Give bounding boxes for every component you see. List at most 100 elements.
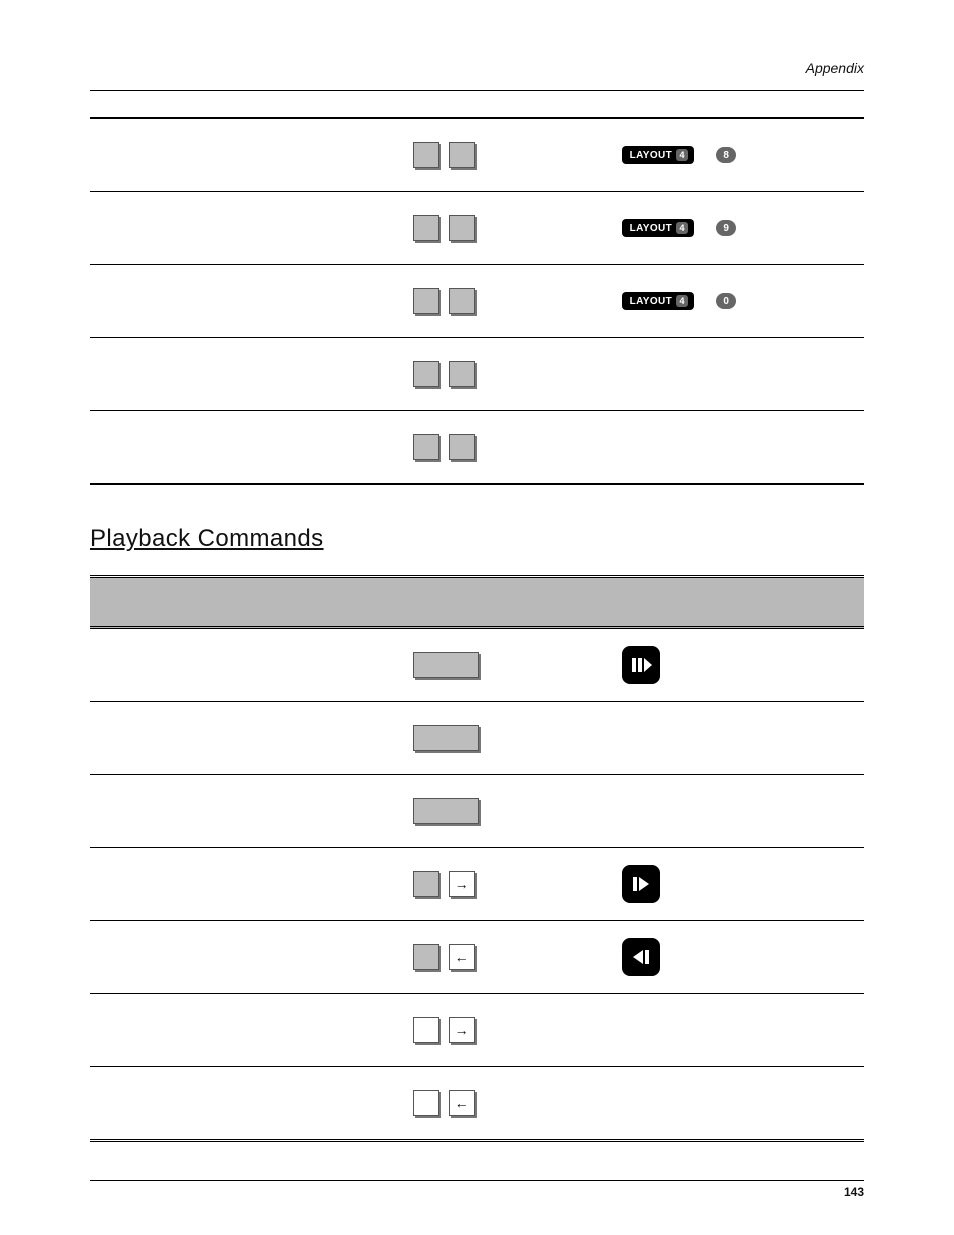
play-pause-icon [622,646,660,684]
remote-number-badge-icon: 8 [716,147,736,163]
document-page: Appendix LAYOUT48LAYOUT49LAYOUT40 Playba… [0,0,954,1235]
keycap-icon: ← [449,944,475,970]
keycap-icon: → [449,1017,475,1043]
command-name-cell [90,702,400,775]
table-row [90,702,864,775]
playback-commands-table: → ← → ← [90,575,864,1142]
remote-shortcut-cell [609,702,864,775]
table-header-cell [400,577,609,628]
running-header: Appendix [90,60,864,80]
layout-badge-icon: LAYOUT4 [622,292,695,310]
key-combo: → [401,1017,608,1043]
remote-shortcut-cell [609,994,864,1067]
remote-key-combo: LAYOUT4 8 [610,146,863,164]
page-number: 143 [90,1181,864,1199]
layout-badge-number: 4 [676,149,688,161]
table-row [90,775,864,848]
command-name-cell [90,192,400,265]
layout-badge-icon: LAYOUT4 [622,219,695,237]
remote-shortcut-cell: LAYOUT4 9 [609,192,864,265]
remote-number-badge-icon: 0 [716,293,736,309]
command-name-cell [90,775,400,848]
playback-section-title: Playback Commands [90,525,864,553]
page-footer: 143 [90,1180,864,1199]
keycap-icon [413,1017,439,1043]
keyboard-shortcut-cell: → [400,994,609,1067]
key-combo [401,434,608,460]
table-row [90,628,864,702]
table-header-row [90,577,864,628]
remote-number-badge-icon: 9 [716,220,736,236]
remote-shortcut-cell [609,411,864,485]
table-row [90,338,864,411]
layout-badge-icon: LAYOUT4 [622,146,695,164]
table-row: LAYOUT4 9 [90,192,864,265]
command-name-cell [90,265,400,338]
keycap-icon [413,361,439,387]
key-combo [401,288,608,314]
keycap-icon [413,215,439,241]
command-name-cell [90,411,400,485]
keyboard-shortcut-cell: → [400,848,609,921]
keycap-icon [449,361,475,387]
command-name-cell [90,921,400,994]
keycap-icon [413,1090,439,1116]
remote-key-combo: LAYOUT4 9 [610,219,863,237]
keyboard-shortcut-cell [400,702,609,775]
key-combo [401,798,608,824]
remote-shortcut-cell: LAYOUT4 0 [609,265,864,338]
remote-shortcut-cell [609,848,864,921]
keycap-icon [449,142,475,168]
keyboard-shortcut-cell [400,118,609,192]
key-combo [401,142,608,168]
keycap-icon [449,215,475,241]
table-row: LAYOUT4 0 [90,265,864,338]
remote-shortcut-cell [609,921,864,994]
keyboard-shortcut-cell [400,775,609,848]
header-rule [90,90,864,91]
keycap-icon: ← [449,1090,475,1116]
key-combo [401,725,608,751]
step-back-icon [622,938,660,976]
table-row: ← [90,1067,864,1141]
keycap-icon [413,142,439,168]
keyboard-shortcut-cell [400,411,609,485]
table-row [90,411,864,485]
keyboard-shortcut-cell: ← [400,921,609,994]
remote-shortcut-cell [609,628,864,702]
keycap-wide-icon [413,652,479,678]
keycap-icon [413,871,439,897]
table-row: → [90,848,864,921]
keycap-icon [413,434,439,460]
table-row: LAYOUT4 8 [90,118,864,192]
table-header-cell [609,577,864,628]
remote-shortcut-cell [609,1067,864,1141]
key-combo: → [401,871,608,897]
key-combo [401,652,608,678]
keycap-icon [413,288,439,314]
key-combo: ← [401,944,608,970]
keyboard-shortcut-cell: ← [400,1067,609,1141]
table-row: ← [90,921,864,994]
keycap-wide-icon [413,725,479,751]
keycap-wide-icon [413,798,479,824]
layout-commands-table: LAYOUT48LAYOUT49LAYOUT40 [90,117,864,485]
key-combo: ← [401,1090,608,1116]
command-name-cell [90,338,400,411]
keycap-icon: → [449,871,475,897]
keyboard-shortcut-cell [400,628,609,702]
keycap-icon [449,434,475,460]
step-forward-icon [622,865,660,903]
remote-shortcut-cell: LAYOUT4 8 [609,118,864,192]
key-combo [401,215,608,241]
layout-badge-label: LAYOUT [630,150,673,161]
command-name-cell [90,994,400,1067]
layout-badge-label: LAYOUT [630,223,673,234]
remote-key-combo: LAYOUT4 0 [610,292,863,310]
keyboard-shortcut-cell [400,265,609,338]
remote-shortcut-cell [609,775,864,848]
command-name-cell [90,628,400,702]
layout-badge-number: 4 [676,222,688,234]
table-header-cell [90,577,400,628]
layout-badge-number: 4 [676,295,688,307]
